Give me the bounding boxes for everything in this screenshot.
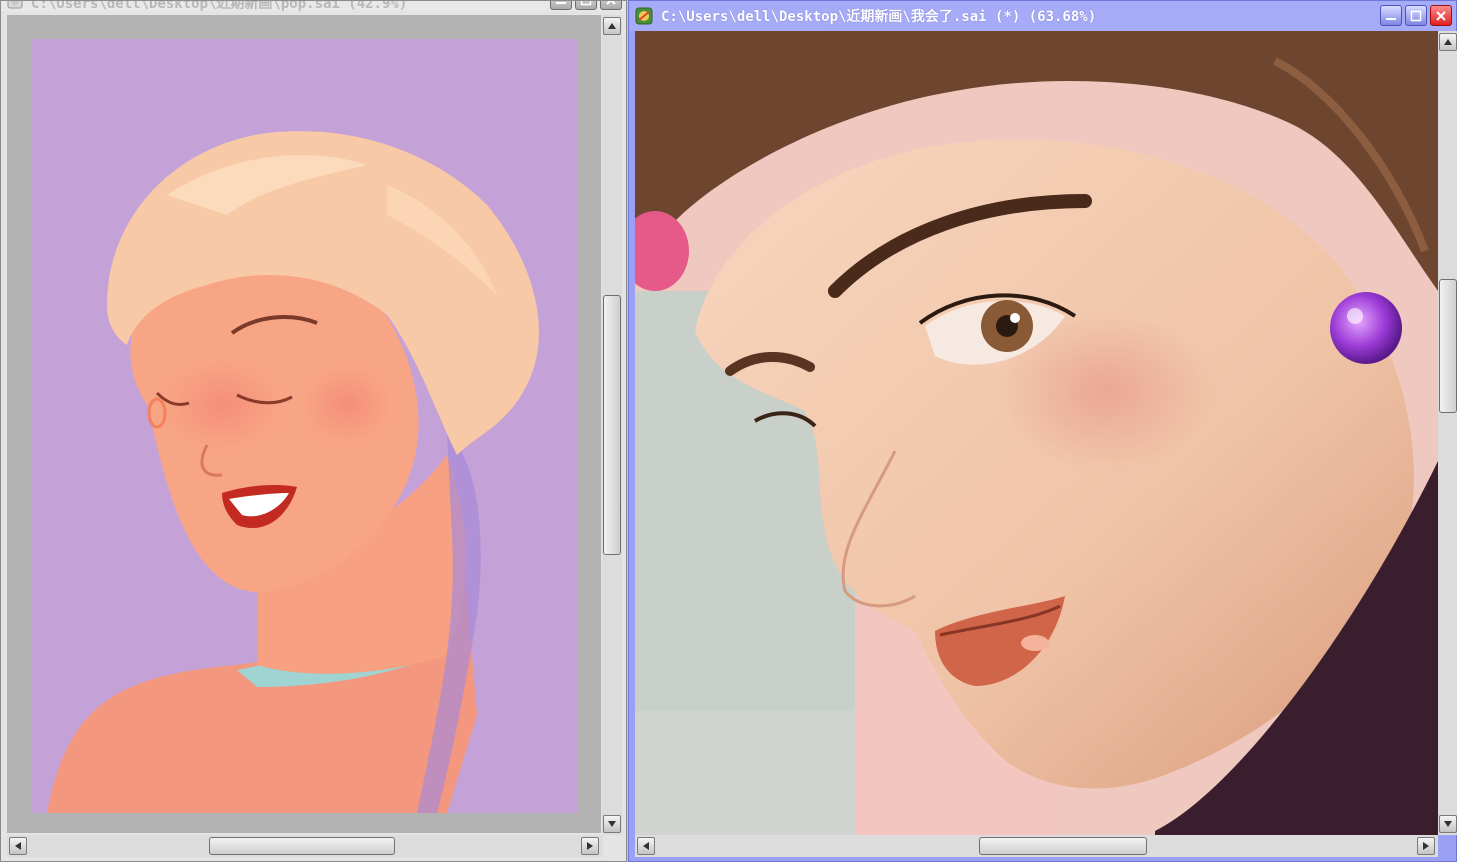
canvas-window-active[interactable]: C:\Users\dell\Desktop\近期新画\我会了.sai (*) (…: [628, 0, 1457, 862]
horizontal-scroll-thumb[interactable]: [979, 837, 1147, 855]
arrow-up-icon: [608, 23, 616, 29]
arrow-right-icon: [1423, 842, 1429, 850]
minimize-button[interactable]: [550, 1, 572, 10]
title-bar[interactable]: C:\Users\dell\Desktop\近期新画\我会了.sai (*) (…: [629, 1, 1456, 31]
minimize-icon: [1386, 17, 1396, 20]
scroll-left-button[interactable]: [637, 837, 655, 855]
scroll-up-button[interactable]: [603, 17, 621, 35]
close-icon: [606, 1, 616, 5]
canvas-viewport[interactable]: [635, 31, 1438, 835]
vertical-scroll-thumb[interactable]: [1439, 279, 1457, 413]
arrow-left-icon: [15, 842, 21, 850]
scroll-right-button[interactable]: [581, 837, 599, 855]
vertical-scrollbar[interactable]: [602, 15, 622, 835]
maximize-button[interactable]: [575, 1, 597, 10]
title-bar[interactable]: C:\Users\dell\Desktop\近期新画\pop.sai (42.9…: [1, 1, 626, 11]
vertical-scrollbar[interactable]: [1438, 31, 1457, 835]
scroll-down-button[interactable]: [1439, 815, 1457, 833]
window-title: C:\Users\dell\Desktop\近期新画\我会了.sai (*) (…: [661, 9, 1097, 25]
close-icon: [1436, 10, 1446, 21]
scroll-down-button[interactable]: [603, 815, 621, 833]
arrow-up-icon: [1444, 39, 1452, 45]
horizontal-scrollbar[interactable]: [635, 835, 1438, 857]
minimize-button[interactable]: [1380, 5, 1402, 26]
scroll-up-button[interactable]: [1439, 33, 1457, 51]
horizontal-scrollbar[interactable]: [7, 835, 603, 857]
scroll-left-button[interactable]: [9, 837, 27, 855]
arrow-right-icon: [587, 842, 593, 850]
vertical-scroll-thumb[interactable]: [603, 295, 621, 555]
canvas-viewport[interactable]: [7, 15, 601, 833]
arrow-left-icon: [643, 842, 649, 850]
scroll-right-button[interactable]: [1417, 837, 1435, 855]
arrow-down-icon: [1444, 821, 1452, 827]
horizontal-scroll-thumb[interactable]: [209, 837, 395, 855]
maximize-icon: [580, 1, 592, 5]
sai-app-icon: [635, 7, 653, 25]
canvas-window-pop[interactable]: C:\Users\dell\Desktop\近期新画\pop.sai (42.9…: [0, 0, 627, 862]
close-button[interactable]: [600, 1, 622, 10]
close-button[interactable]: [1430, 5, 1452, 26]
sai-app-icon: [7, 1, 23, 9]
window-title: C:\Users\dell\Desktop\近期新画\pop.sai (42.9…: [31, 1, 408, 11]
minimize-icon: [556, 1, 566, 4]
arrow-down-icon: [608, 821, 616, 827]
maximize-button[interactable]: [1405, 5, 1427, 26]
maximize-icon: [1410, 10, 1422, 21]
artwork-short-hair-portrait: [7, 15, 601, 833]
artwork-closeup-portrait: [635, 31, 1438, 835]
